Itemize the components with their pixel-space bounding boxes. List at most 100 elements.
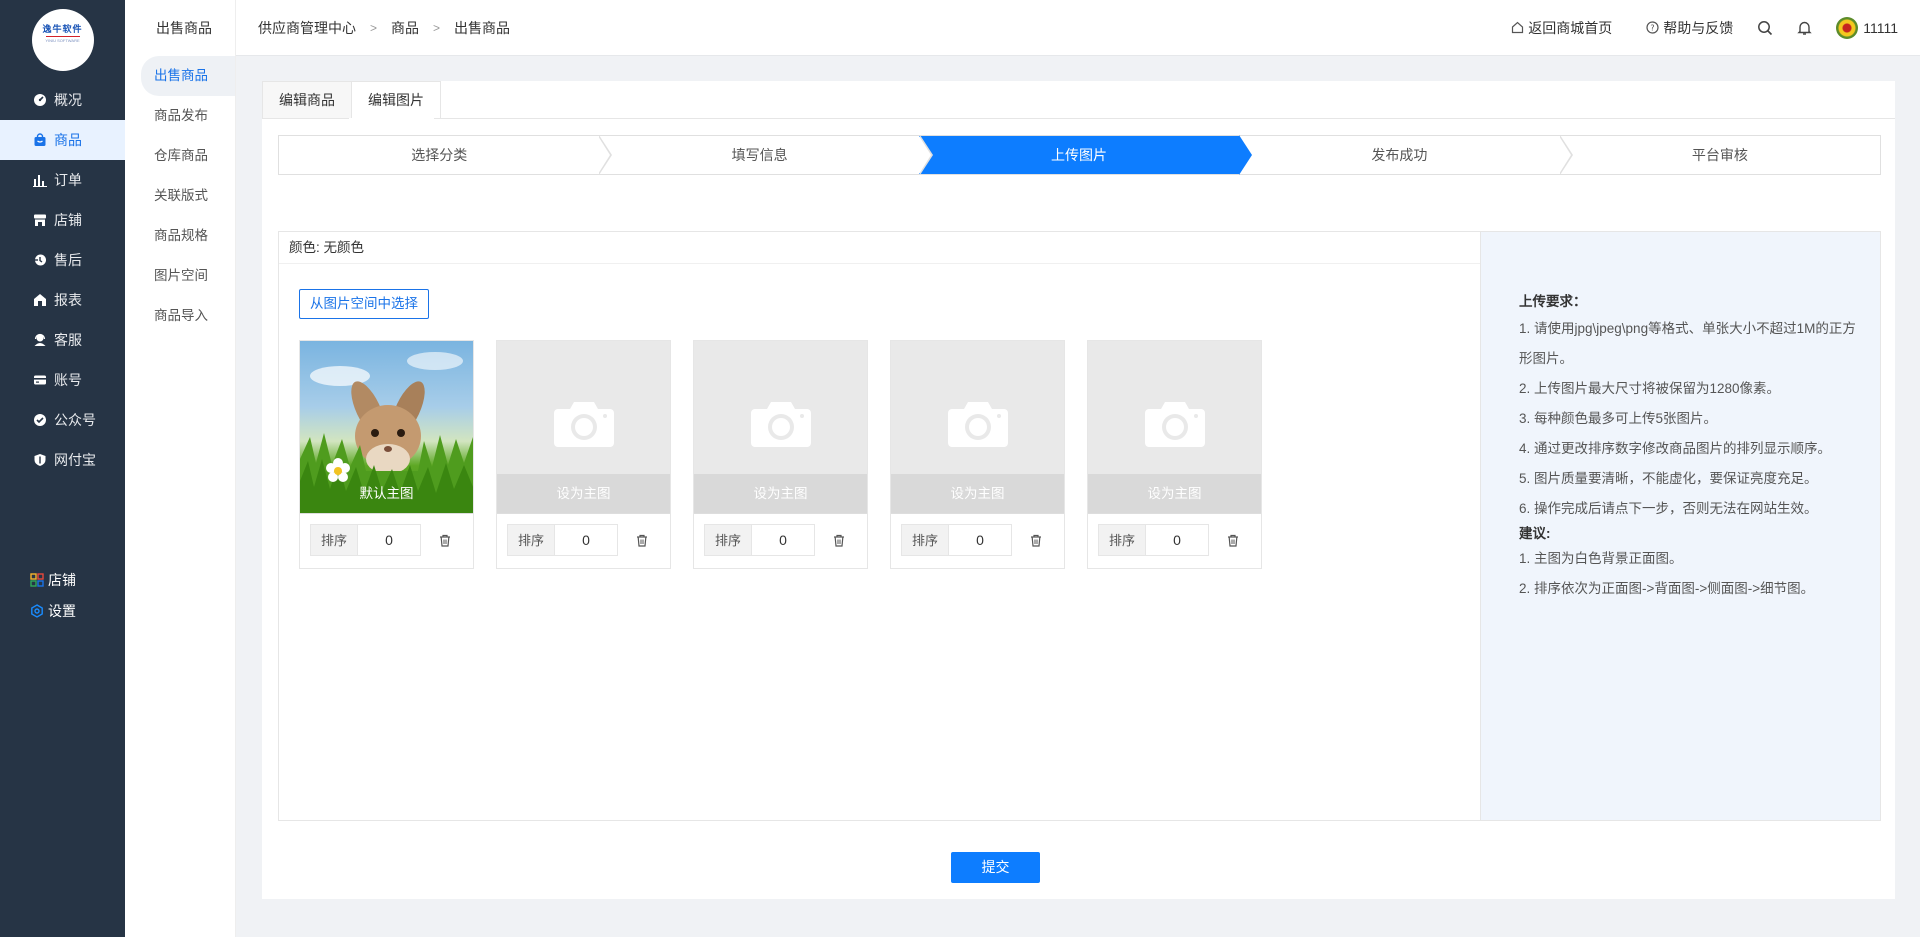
slot-controls: 排序 [310, 524, 451, 556]
sub-item-import[interactable]: 商品导入 [125, 296, 235, 336]
sort-label: 排序 [704, 524, 751, 556]
advice-item: 2. 排序依次为正面图->背面图->侧面图->细节图。 [1519, 581, 1815, 596]
nav-item-label: 客服 [54, 332, 82, 348]
image-placeholder[interactable]: 设为主图 [694, 341, 867, 514]
nav-item-customer-service[interactable]: 客服 [0, 320, 125, 360]
set-main-image-button[interactable]: 设为主图 [497, 474, 670, 513]
logo-subtext: YINIU SOFTWARE [45, 38, 80, 43]
sort-input[interactable] [1145, 524, 1209, 556]
home-link[interactable]: 返回商城首页 [1511, 18, 1612, 38]
advice-item: 1. 主图为白色背景正面图。 [1519, 551, 1683, 566]
breadcrumb-item[interactable]: 商品 [391, 18, 419, 38]
nav-item-reports[interactable]: 报表 [0, 280, 125, 320]
home-icon [1511, 21, 1524, 34]
grid-icon [30, 572, 44, 587]
image-slot: 设为主图 排序 [1087, 340, 1262, 569]
breadcrumb-item[interactable]: 供应商管理中心 [258, 18, 356, 38]
bottom-item-label: 店铺 [48, 571, 76, 588]
image-panel: 颜色: 无颜色 从图片空间中选择 默认主图 排序 0 设为主图 排序 0 设为主… [278, 231, 1881, 821]
nav-item-official-account[interactable]: 公众号 [0, 400, 125, 440]
set-main-image-button[interactable]: 设为主图 [891, 474, 1064, 513]
requirements-title: 上传要求： [1519, 294, 1587, 309]
requirement-item: 4. 通过更改排序数字修改商品图片的排列显示顺序。 [1519, 441, 1832, 456]
nav-item-account[interactable]: 账号 [0, 360, 125, 400]
sub-item-publish[interactable]: 商品发布 [125, 96, 235, 136]
nav-item-label: 订单 [54, 172, 82, 188]
avatar[interactable] [1836, 16, 1859, 39]
trash-icon[interactable] [636, 534, 648, 547]
sub-item-warehouse[interactable]: 仓库商品 [125, 136, 235, 176]
nav-item-label: 报表 [54, 292, 82, 308]
sort-input[interactable] [948, 524, 1012, 556]
header-actions: 返回商城首页 ? 帮助与反馈 11111 [1477, 16, 1920, 39]
step-platform-review: 平台审核 [1560, 136, 1880, 174]
image-placeholder[interactable]: 设为主图 [891, 341, 1064, 514]
requirement-item: 1. 请使用jpg\jpeg\png等格式、单张大小不超过1M的正方形图片。 [1519, 321, 1856, 366]
trash-icon[interactable] [1227, 534, 1239, 547]
sub-item-image-space[interactable]: 图片空间 [125, 256, 235, 296]
image-placeholder[interactable]: 设为主图 [1088, 341, 1261, 514]
nav-item-orders[interactable]: 订单 [0, 160, 125, 200]
tab-divider-gap [349, 118, 434, 119]
requirement-item: 3. 每种颜色最多可上传5张图片。 [1519, 411, 1718, 426]
set-main-image-button[interactable]: 默认主图 [300, 474, 473, 513]
nav-item-wangfubao[interactable]: 网付宝 [0, 440, 125, 480]
trash-icon[interactable] [1030, 534, 1042, 547]
logo-area: 逸牛软件 YINIU SOFTWARE [0, 0, 125, 80]
nav-item-goods[interactable]: 商品 [0, 120, 125, 160]
gauge-icon [33, 93, 47, 107]
submit-button[interactable]: 提交 [951, 852, 1040, 883]
camera-icon [946, 399, 1010, 452]
sidebar-bottom: 店铺 设置 [0, 564, 125, 626]
trash-icon[interactable] [439, 534, 451, 547]
help-link[interactable]: ? 帮助与反馈 [1646, 18, 1733, 38]
nav-item-label: 店铺 [54, 212, 82, 228]
sub-item-layout[interactable]: 关联版式 [125, 176, 235, 216]
requirement-item: 2. 上传图片最大尺寸将被保留为1280像素。 [1519, 381, 1781, 396]
bar-chart-icon [33, 173, 47, 187]
sort-input[interactable] [751, 524, 815, 556]
trash-icon[interactable] [833, 534, 845, 547]
nav-item-overview[interactable]: 概况 [0, 80, 125, 120]
tab-edit-images[interactable]: 编辑图片 [352, 81, 441, 119]
search-icon[interactable] [1757, 20, 1773, 36]
chevron-right-icon: > [370, 20, 378, 35]
logo-text: 逸牛软件 [42, 25, 83, 35]
image-slots: 默认主图 排序 设为主图 排序 [299, 340, 1284, 569]
bottom-item-settings[interactable]: 设置 [0, 595, 125, 626]
image-placeholder[interactable]: 设为主图 [497, 341, 670, 514]
nav-item-store[interactable]: 店铺 [0, 200, 125, 240]
step-label: 平台审核 [1691, 147, 1748, 163]
nav-item-label: 公众号 [54, 412, 96, 428]
nav-item-label: 售后 [54, 252, 82, 268]
step-select-category: 选择分类 [279, 135, 613, 175]
user-name[interactable]: 11111 [1863, 20, 1898, 36]
sub-item-selling[interactable]: 出售商品 [141, 56, 235, 96]
nav-item-label: 概况 [54, 92, 82, 108]
sub-sidebar-title: 出售商品 [156, 20, 212, 36]
pick-from-image-space-button[interactable]: 从图片空间中选择 [299, 289, 429, 319]
store-icon [33, 213, 47, 227]
tab-edit-goods[interactable]: 编辑商品 [262, 81, 352, 119]
sort-label: 排序 [310, 524, 357, 556]
step-label: 选择分类 [411, 147, 468, 163]
camera-icon [1143, 399, 1207, 452]
logo-divider [45, 36, 80, 37]
bottom-item-label: 设置 [48, 602, 76, 619]
headset-icon [33, 333, 47, 347]
step-arrow [918, 135, 933, 175]
main-card: 编辑商品 编辑图片 选择分类 填写信息 上传图片 发布成功 平台审核 颜色: 无… [262, 81, 1895, 899]
main-nav: 概况 商品 订单 店铺 售后 报表 客服 账号 公众号 网付宝 [0, 80, 125, 480]
sort-input[interactable] [554, 524, 618, 556]
set-main-image-button[interactable]: 设为主图 [1088, 474, 1261, 513]
image-preview[interactable]: 默认主图 [300, 341, 473, 514]
bell-icon[interactable] [1797, 20, 1812, 36]
logo[interactable]: 逸牛软件 YINIU SOFTWARE [31, 9, 94, 71]
set-main-image-button[interactable]: 设为主图 [694, 474, 867, 513]
sort-input[interactable] [357, 524, 421, 556]
slot-controls: 排序 [1098, 524, 1239, 556]
sort-label: 排序 [901, 524, 948, 556]
nav-item-aftersale[interactable]: 售后 [0, 240, 125, 280]
sub-item-specs[interactable]: 商品规格 [125, 216, 235, 256]
bottom-item-store[interactable]: 店铺 [0, 564, 125, 595]
